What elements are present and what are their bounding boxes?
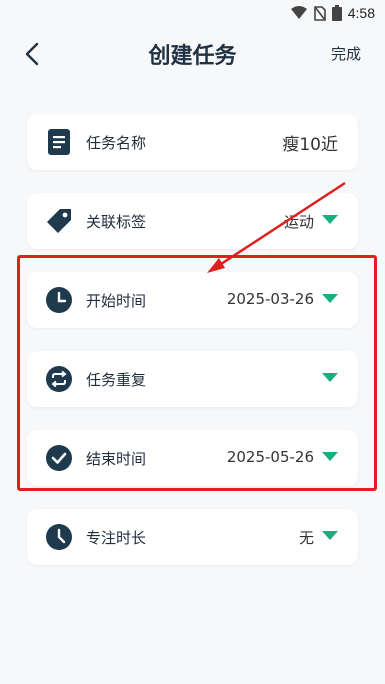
task-name-row[interactable]: 任务名称 瘦10近 — [27, 114, 358, 170]
end-time-row[interactable]: 结束时间 2025-05-26 — [27, 430, 358, 486]
no-sim-icon — [313, 5, 326, 21]
status-bar: 4:58 — [0, 0, 385, 28]
start-time-row[interactable]: 开始时间 2025-03-26 — [27, 272, 358, 328]
caret-down-icon — [322, 215, 338, 224]
page-title: 创建任务 — [148, 44, 237, 69]
annotation-arrow-icon — [207, 181, 346, 273]
timer-icon — [46, 524, 72, 550]
battery-icon — [331, 5, 342, 21]
start-time-label: 开始时间 — [86, 292, 147, 310]
wifi-icon — [290, 6, 307, 19]
task-name-label: 任务名称 — [86, 134, 147, 152]
done-button[interactable]: 完成 — [331, 43, 361, 64]
focus-duration-label: 专注时长 — [86, 529, 147, 547]
end-time-label: 结束时间 — [86, 450, 147, 468]
document-icon — [48, 129, 70, 155]
caret-down-icon — [322, 294, 338, 303]
clock-icon — [46, 287, 72, 313]
tag-label: 关联标签 — [86, 213, 147, 231]
focus-duration-row[interactable]: 专注时长 无 — [27, 509, 358, 565]
end-time-value: 2025-05-26 — [226, 448, 314, 466]
header: 创建任务 完成 — [0, 28, 385, 80]
tag-icon — [47, 209, 71, 233]
check-circle-icon — [46, 445, 72, 471]
tag-value: 运动 — [283, 213, 314, 231]
tag-row[interactable]: 关联标签 运动 — [27, 193, 358, 249]
caret-down-icon — [322, 452, 338, 461]
focus-duration-value: 无 — [298, 529, 314, 547]
caret-down-icon — [322, 531, 338, 540]
repeat-label: 任务重复 — [86, 371, 147, 389]
task-name-value: 瘦10近 — [282, 135, 338, 155]
status-time: 4:58 — [347, 5, 375, 21]
caret-down-icon — [322, 373, 338, 382]
repeat-icon — [46, 366, 72, 392]
start-time-value: 2025-03-26 — [226, 290, 314, 308]
repeat-row[interactable]: 任务重复 — [27, 351, 358, 407]
